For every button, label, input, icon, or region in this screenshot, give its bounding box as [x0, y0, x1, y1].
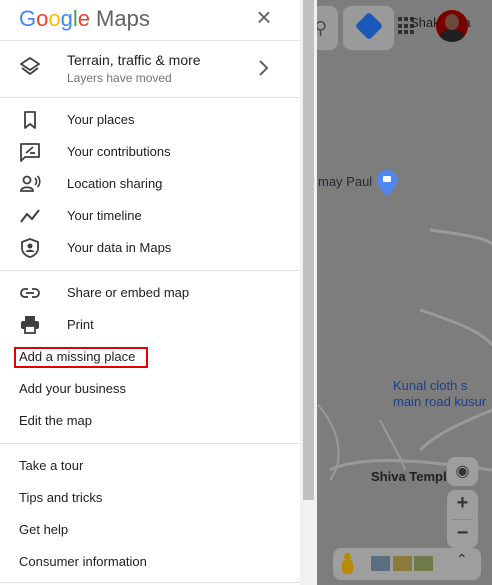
avatar[interactable]: [436, 10, 468, 42]
my-location-icon: ◉: [455, 463, 470, 480]
menu-item-location-sharing[interactable]: Location sharing: [0, 168, 300, 200]
side-menu: Google Maps × Terrain, traffic & more Lay…: [0, 0, 300, 585]
zoom-in-button[interactable]: +: [447, 490, 478, 519]
print-icon: [21, 316, 39, 334]
shield-user-icon: [21, 238, 39, 258]
bookmark-icon: [24, 111, 36, 129]
menu-item-print[interactable]: Print: [0, 309, 300, 341]
imagery-thumbnail[interactable]: [371, 556, 390, 571]
imagery-thumbnail[interactable]: [414, 556, 433, 571]
layers-title: Terrain, traffic & more: [67, 52, 201, 68]
chevron-right-icon: [259, 60, 269, 76]
divider: [0, 582, 300, 583]
pegman-icon[interactable]: [341, 553, 353, 575]
expand-up-icon[interactable]: ⌃: [456, 551, 468, 568]
my-location-button[interactable]: ◉: [447, 457, 478, 486]
layers-subtitle: Layers have moved: [67, 71, 172, 85]
menu-item-your-data-in-maps[interactable]: Your data in Maps: [0, 232, 300, 264]
timeline-icon: [20, 209, 40, 223]
menu-item-your-places[interactable]: Your places: [0, 104, 300, 136]
location-sharing-icon: [20, 175, 41, 192]
divider: [0, 443, 300, 444]
imagery-thumbnail[interactable]: [393, 556, 412, 571]
menu-item-get-help[interactable]: Get help: [0, 514, 300, 546]
annotation-highlight-box: [14, 347, 148, 368]
menu-item-your-timeline[interactable]: Your timeline: [0, 200, 300, 232]
divider: [0, 270, 300, 271]
menu-item-consumer-information[interactable]: Consumer information: [0, 546, 300, 578]
map-label-kunal-cloth[interactable]: Kunal cloth s main road kusur: [393, 378, 486, 410]
menu-header: Google Maps ×: [0, 0, 300, 41]
menu-item-tips-and-tricks[interactable]: Tips and tricks: [0, 482, 300, 514]
map-label-amay-paul[interactable]: may Paul: [318, 174, 372, 189]
zoom-out-button[interactable]: −: [447, 520, 478, 549]
layers-icon: [20, 57, 40, 75]
zoom-controls: + −: [447, 490, 478, 548]
layers-item[interactable]: Terrain, traffic & more Layers have move…: [0, 41, 300, 98]
place-pin-icon: [377, 170, 397, 196]
close-icon[interactable]: ×: [252, 4, 276, 30]
menu-scrollbar-thumb[interactable]: [303, 0, 314, 500]
menu-item-share-or-embed-map[interactable]: Share or embed map: [0, 277, 300, 309]
link-icon: [20, 288, 40, 298]
menu-item-add-your-business[interactable]: Add your business: [0, 373, 300, 405]
menu-item-take-a-tour[interactable]: Take a tour: [0, 450, 300, 482]
menu-item-your-contributions[interactable]: Your contributions: [0, 136, 300, 168]
contributions-icon: [20, 143, 40, 162]
menu-item-edit-the-map[interactable]: Edit the map: [0, 405, 300, 437]
google-maps-logo: Google Maps: [19, 6, 150, 31]
